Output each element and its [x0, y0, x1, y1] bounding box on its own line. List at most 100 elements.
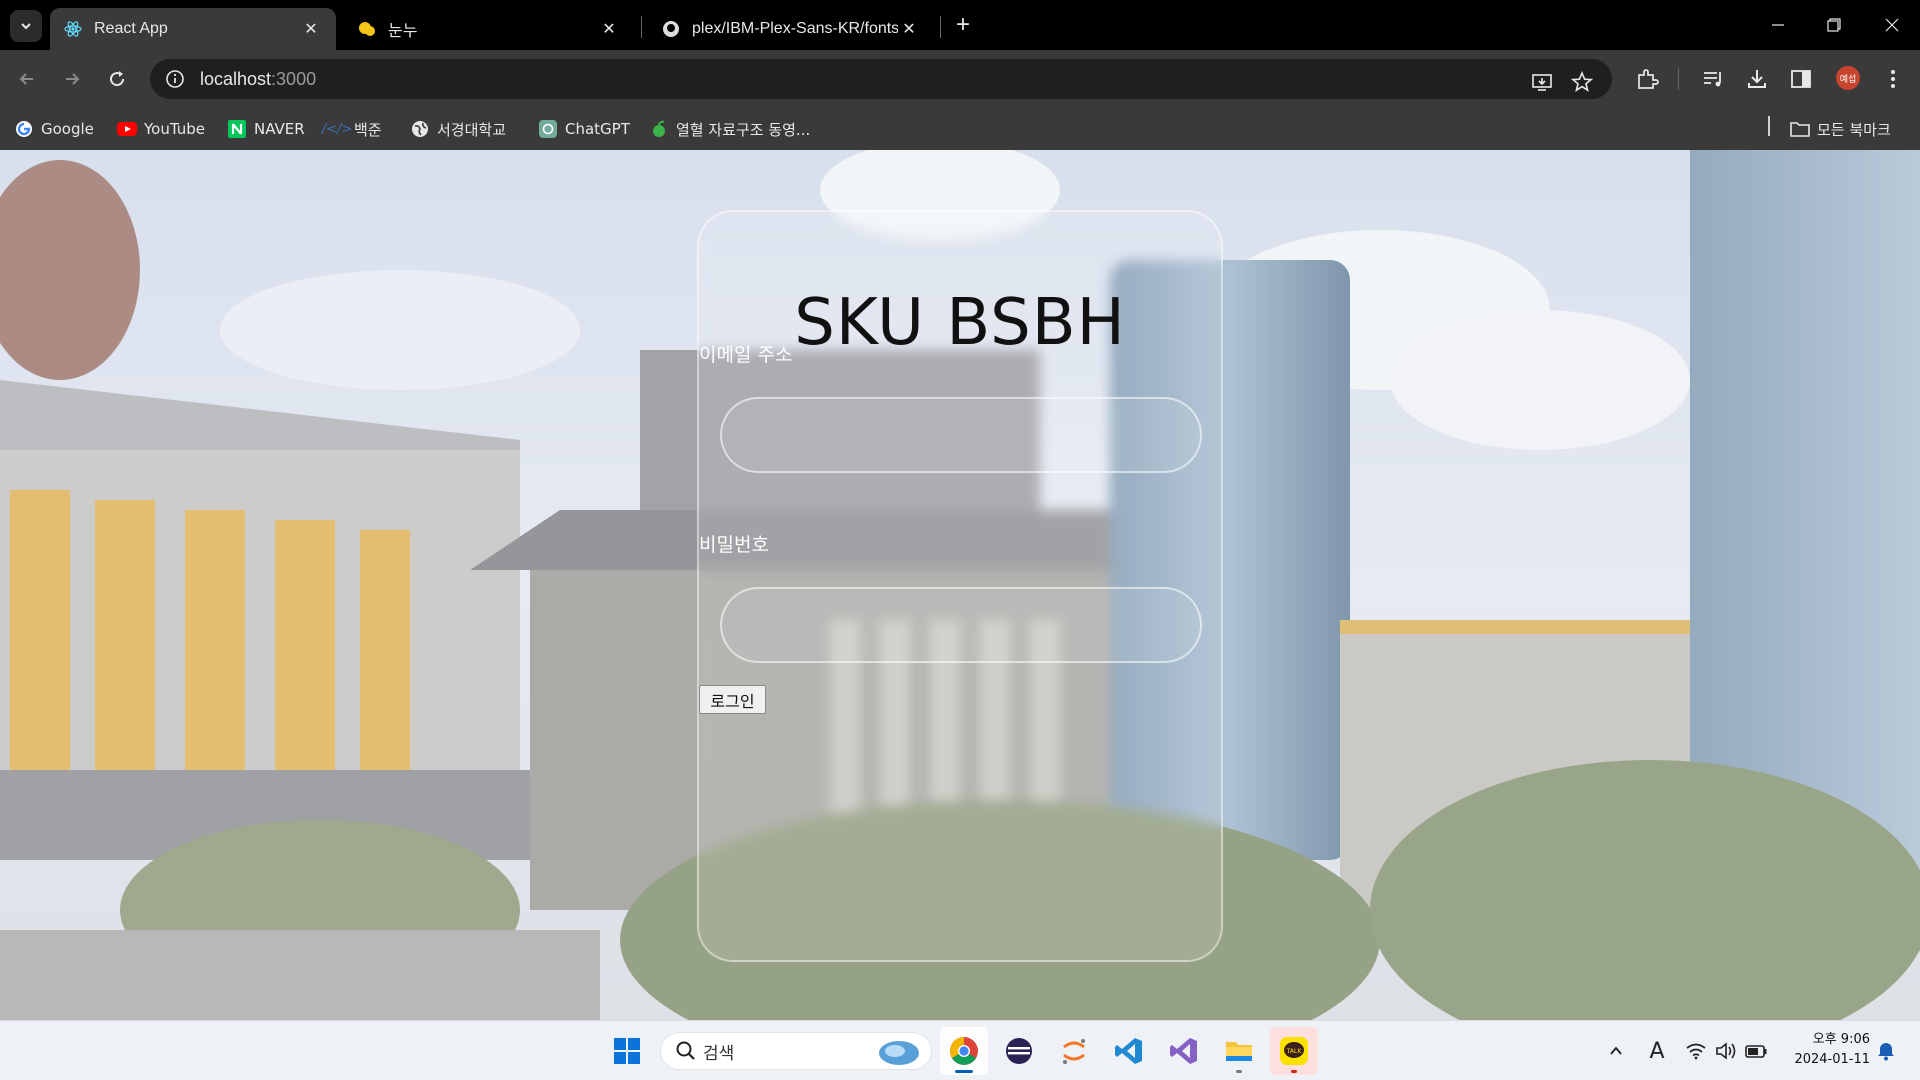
- windows-icon: [614, 1038, 640, 1064]
- extensions-icon[interactable]: [1632, 64, 1662, 94]
- login-button[interactable]: 로그인: [699, 685, 766, 714]
- folder-icon: [1790, 119, 1810, 139]
- bookmark-label: NAVER: [254, 120, 305, 138]
- install-app-icon[interactable]: [1528, 68, 1556, 96]
- login-card: SKU BSBH: [697, 210, 1223, 962]
- chevron-down-icon: [21, 23, 31, 30]
- search-highlight-icon: [879, 1041, 919, 1065]
- search-icon: [676, 1041, 695, 1060]
- restore-icon: [1827, 18, 1841, 32]
- close-window-button[interactable]: [1864, 0, 1920, 50]
- taskbar-jupyter[interactable]: [1050, 1027, 1098, 1075]
- bookmark-label: 서경대학교: [437, 120, 507, 139]
- page-viewport: SKU BSBH 이메일 주소 비밀번호 로그인: [0, 150, 1920, 1020]
- taskbar-kakaotalk[interactable]: TALK: [1270, 1027, 1318, 1075]
- tab-search-button[interactable]: [10, 10, 42, 42]
- windows-taskbar: 검색 TALK A 오후 9:06 2024-01-11: [0, 1020, 1920, 1080]
- url-port: :3000: [271, 68, 317, 89]
- bookmark-youtube[interactable]: YouTube: [117, 114, 205, 144]
- jupyter-icon: [1063, 1039, 1085, 1064]
- wifi-icon[interactable]: [1684, 1039, 1708, 1063]
- tab-title: React App: [94, 20, 168, 37]
- apple-icon: [649, 119, 669, 139]
- arrow-left-icon: [19, 73, 33, 85]
- taskbar-visual-studio[interactable]: [1160, 1027, 1208, 1075]
- back-button[interactable]: [12, 64, 42, 94]
- star-icon[interactable]: [1568, 68, 1596, 96]
- bookmark-label: YouTube: [144, 120, 205, 138]
- close-icon[interactable]: ✕: [898, 18, 920, 40]
- reload-button[interactable]: [102, 64, 132, 94]
- taskbar-file-explorer[interactable]: [1215, 1027, 1263, 1075]
- media-control-icon[interactable]: [1698, 64, 1728, 94]
- bookmark-label: ChatGPT: [565, 120, 630, 138]
- search-label: 검색: [703, 1043, 735, 1064]
- clock-time: 오후 9:06: [1812, 1032, 1870, 1047]
- tab-react-app[interactable]: React App ✕: [50, 8, 336, 50]
- toolbar-separator: [1678, 68, 1679, 90]
- chrome-icon: [950, 1037, 978, 1065]
- folder-icon: [1226, 1042, 1252, 1061]
- taskbar-chrome[interactable]: [940, 1027, 988, 1075]
- running-indicator: [1236, 1070, 1242, 1073]
- email-label: 이메일 주소: [699, 344, 793, 366]
- visual-studio-icon: [1170, 1038, 1197, 1064]
- svg-text:TALK: TALK: [1286, 1048, 1303, 1055]
- tab-noonnu[interactable]: 눈누 ✕: [344, 8, 634, 50]
- bookmark-skuniv[interactable]: 서경대학교: [410, 114, 506, 144]
- menu-icon[interactable]: [1878, 64, 1908, 94]
- close-icon[interactable]: ✕: [300, 18, 322, 40]
- eclipse-icon: [1006, 1038, 1032, 1064]
- minimize-button[interactable]: [1750, 0, 1806, 50]
- side-panel-icon[interactable]: [1786, 64, 1816, 94]
- bookmark-google[interactable]: Google: [14, 114, 94, 144]
- taskbar-eclipse[interactable]: [995, 1027, 1043, 1075]
- bookmark-label: 모든 북마크: [1817, 120, 1891, 139]
- taskbar-vscode[interactable]: [1105, 1027, 1153, 1075]
- bookmark-label: 열혈 자료구조 동영...: [676, 120, 811, 139]
- chatgpt-icon: [538, 119, 558, 139]
- profile-avatar[interactable]: 예섭: [1836, 66, 1860, 90]
- all-bookmarks-button[interactable]: 모든 북마크: [1790, 114, 1891, 144]
- youtube-icon: [117, 119, 137, 139]
- globe-icon: [410, 119, 430, 139]
- baekjoon-icon: /</>: [321, 121, 353, 137]
- close-icon[interactable]: ✕: [598, 18, 620, 40]
- password-label: 비밀번호: [699, 534, 769, 556]
- restore-button[interactable]: [1806, 0, 1862, 50]
- forward-button[interactable]: [57, 64, 87, 94]
- volume-icon[interactable]: [1714, 1039, 1738, 1063]
- address-bar[interactable]: localhost:3000: [150, 59, 1612, 99]
- github-icon: [662, 20, 680, 38]
- tray-overflow-icon[interactable]: [1604, 1039, 1628, 1063]
- bookmark-chatgpt[interactable]: ChatGPT: [538, 114, 630, 144]
- url-host: localhost: [200, 68, 272, 89]
- google-icon: [14, 119, 34, 139]
- active-indicator: [955, 1070, 973, 1073]
- taskbar-search[interactable]: 검색: [660, 1032, 932, 1070]
- bookmark-baekjoon[interactable]: /</> 백준: [321, 114, 382, 144]
- email-field[interactable]: [720, 397, 1202, 473]
- bookmark-naver[interactable]: NAVER: [227, 114, 305, 144]
- bookmarks-separator: [1768, 116, 1770, 136]
- battery-icon[interactable]: [1744, 1039, 1768, 1063]
- taskbar-clock[interactable]: 오후 9:06 2024-01-11: [1780, 1030, 1870, 1070]
- download-icon[interactable]: [1742, 64, 1772, 94]
- tab-separator: [940, 16, 941, 38]
- bookmark-label: Google: [41, 120, 94, 138]
- kakaotalk-icon: TALK: [1280, 1037, 1308, 1065]
- clock-date: 2024-01-11: [1794, 1052, 1870, 1067]
- password-field[interactable]: [720, 587, 1202, 663]
- site-info-icon[interactable]: [164, 68, 186, 90]
- vscode-icon: [1115, 1038, 1142, 1064]
- tab-title: plex/IBM-Plex-Sans-KR/fonts/c: [692, 20, 898, 37]
- new-tab-button[interactable]: +: [950, 11, 976, 38]
- start-button[interactable]: [603, 1027, 651, 1075]
- arrow-right-icon: [66, 73, 80, 85]
- tab-github-plex[interactable]: plex/IBM-Plex-Sans-KR/fonts/c ✕: [648, 8, 934, 50]
- tab-strip: React App ✕ 눈누 ✕ plex/IBM-Plex-Sans-KR/f…: [0, 0, 1920, 50]
- notification-bell-icon[interactable]: [1874, 1039, 1898, 1063]
- ime-indicator[interactable]: A: [1645, 1039, 1669, 1064]
- bookmark-data-structures[interactable]: 열혈 자료구조 동영...: [649, 114, 810, 144]
- reload-icon: [110, 71, 125, 87]
